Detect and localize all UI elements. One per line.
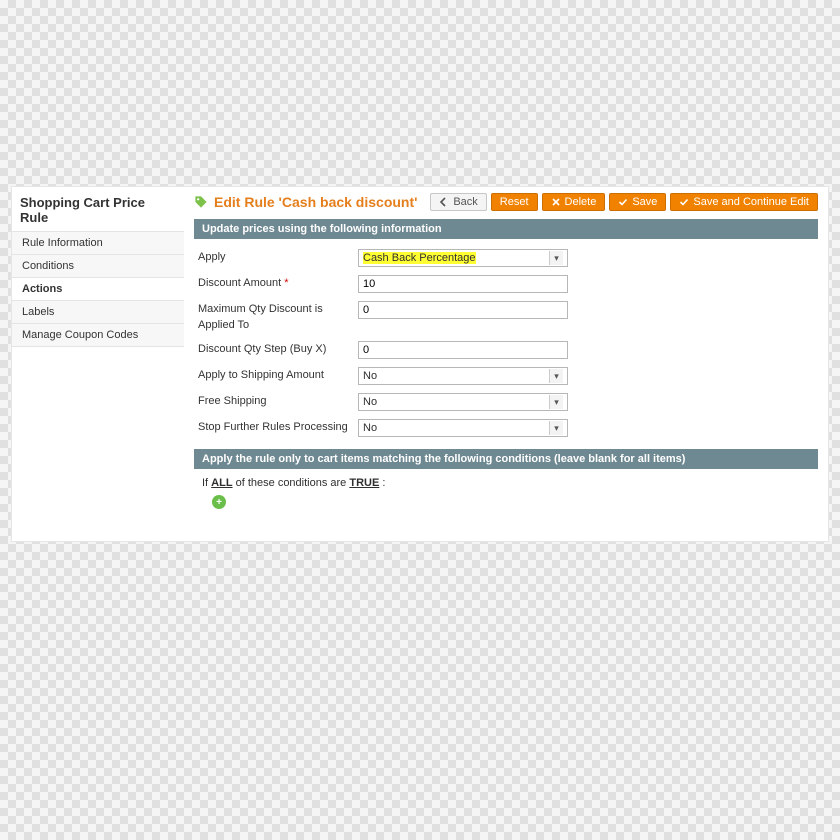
check-icon xyxy=(679,197,689,207)
check-icon xyxy=(618,197,628,207)
sidebar-item-actions[interactable]: Actions xyxy=(12,277,184,300)
sidebar-item-conditions[interactable]: Conditions xyxy=(12,254,184,277)
select-stop-rules-value: No xyxy=(363,422,377,434)
back-button[interactable]: Back xyxy=(430,193,486,211)
sidebar-item-manage-coupon-codes[interactable]: Manage Coupon Codes xyxy=(12,323,184,347)
conditions-area: If ALL of these conditions are TRUE : + xyxy=(194,469,818,523)
label-free-shipping: Free Shipping xyxy=(198,393,358,409)
label-apply-shipping: Apply to Shipping Amount xyxy=(198,367,358,383)
back-button-label: Back xyxy=(453,196,477,208)
select-free-shipping[interactable]: No ▾ xyxy=(358,393,568,411)
reset-button[interactable]: Reset xyxy=(491,193,538,211)
cond-mid: of these conditions are xyxy=(233,477,350,489)
chevron-down-icon: ▾ xyxy=(549,421,563,435)
input-max-qty[interactable] xyxy=(358,301,568,319)
sidebar-title: Shopping Cart Price Rule xyxy=(12,187,184,231)
select-apply-shipping[interactable]: No ▾ xyxy=(358,367,568,385)
chevron-down-icon: ▾ xyxy=(549,251,563,265)
delete-button-label: Delete xyxy=(565,196,597,208)
label-stop-rules: Stop Further Rules Processing xyxy=(198,419,358,435)
cond-suffix: : xyxy=(379,477,385,489)
delete-icon xyxy=(551,197,561,207)
cond-value[interactable]: TRUE xyxy=(349,477,379,489)
label-qty-step: Discount Qty Step (Buy X) xyxy=(198,341,358,357)
reset-button-label: Reset xyxy=(500,196,529,208)
row-max-qty: Maximum Qty Discount is Applied To xyxy=(198,297,814,337)
select-apply[interactable]: Cash Back Percentage ▾ xyxy=(358,249,568,267)
label-discount-amount-text: Discount Amount xyxy=(198,277,281,289)
chevron-down-icon: ▾ xyxy=(549,395,563,409)
page-title: Edit Rule 'Cash back discount' xyxy=(214,194,417,210)
row-apply: Apply Cash Back Percentage ▾ xyxy=(198,245,814,271)
tag-icon xyxy=(194,195,208,209)
input-discount-amount[interactable] xyxy=(358,275,568,293)
row-discount-amount: Discount Amount * xyxy=(198,271,814,297)
section-head-update-prices: Update prices using the following inform… xyxy=(194,219,818,239)
select-free-shipping-value: No xyxy=(363,396,377,408)
sidebar-items: Rule Information Conditions Actions Labe… xyxy=(12,231,184,347)
title-bar: Edit Rule 'Cash back discount' Back Rese… xyxy=(194,193,818,211)
select-apply-value: Cash Back Percentage xyxy=(363,252,476,264)
plus-icon: + xyxy=(216,497,222,508)
condition-root-line: If ALL of these conditions are TRUE : xyxy=(202,477,810,489)
select-stop-rules[interactable]: No ▾ xyxy=(358,419,568,437)
delete-button[interactable]: Delete xyxy=(542,193,606,211)
sidebar: Shopping Cart Price Rule Rule Informatio… xyxy=(12,187,184,541)
section-head-conditions: Apply the rule only to cart items matchi… xyxy=(194,449,818,469)
cond-prefix: If xyxy=(202,477,211,489)
add-condition-button[interactable]: + xyxy=(212,495,226,509)
row-stop-rules: Stop Further Rules Processing No ▾ xyxy=(198,415,814,441)
save-button-label: Save xyxy=(632,196,657,208)
row-qty-step: Discount Qty Step (Buy X) xyxy=(198,337,814,363)
title-left: Edit Rule 'Cash back discount' xyxy=(194,194,417,210)
row-apply-shipping: Apply to Shipping Amount No ▾ xyxy=(198,363,814,389)
label-discount-amount: Discount Amount * xyxy=(198,275,358,291)
row-free-shipping: Free Shipping No ▾ xyxy=(198,389,814,415)
label-max-qty: Maximum Qty Discount is Applied To xyxy=(198,301,358,333)
back-arrow-icon xyxy=(439,197,449,207)
form-update-prices: Apply Cash Back Percentage ▾ Discount Am… xyxy=(194,239,818,445)
button-row: Back Reset Delete Save Save and Continue… xyxy=(430,193,818,211)
save-button[interactable]: Save xyxy=(609,193,666,211)
chevron-down-icon: ▾ xyxy=(549,369,563,383)
main-content: Edit Rule 'Cash back discount' Back Rese… xyxy=(184,187,828,541)
sidebar-item-labels[interactable]: Labels xyxy=(12,300,184,323)
save-continue-button-label: Save and Continue Edit xyxy=(693,196,809,208)
required-asterisk: * xyxy=(284,277,288,289)
label-apply: Apply xyxy=(198,249,358,265)
cond-aggregator[interactable]: ALL xyxy=(211,477,232,489)
save-continue-button[interactable]: Save and Continue Edit xyxy=(670,193,818,211)
admin-panel: Shopping Cart Price Rule Rule Informatio… xyxy=(11,186,829,542)
select-apply-shipping-value: No xyxy=(363,370,377,382)
sidebar-item-rule-information[interactable]: Rule Information xyxy=(12,231,184,254)
input-qty-step[interactable] xyxy=(358,341,568,359)
